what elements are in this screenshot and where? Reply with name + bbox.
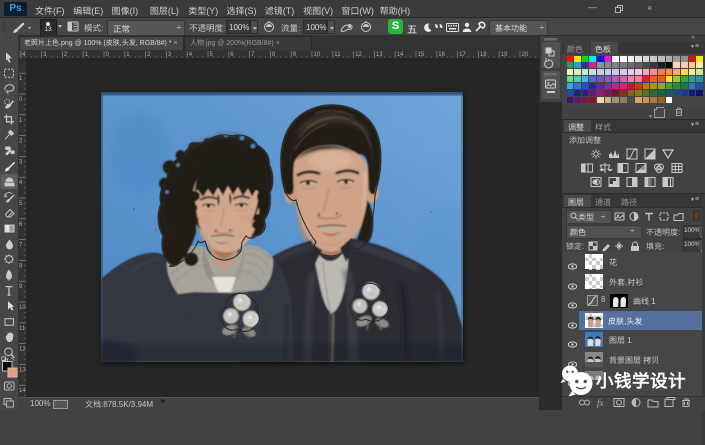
svg-text:10: 10 <box>19 305 26 311</box>
svg-text:11: 11 <box>19 326 26 332</box>
svg-text:13: 13 <box>19 367 26 373</box>
svg-text:5: 5 <box>19 201 23 207</box>
svg-text:14: 14 <box>19 388 26 394</box>
svg-text:6: 6 <box>19 222 23 228</box>
svg-text:1: 1 <box>19 118 23 124</box>
svg-text:8: 8 <box>19 263 23 269</box>
svg-text:4: 4 <box>19 180 23 186</box>
svg-text:1: 1 <box>19 76 23 82</box>
svg-text:0: 0 <box>19 97 23 103</box>
svg-text:2: 2 <box>19 139 23 145</box>
svg-text:12: 12 <box>19 347 26 353</box>
svg-text:3: 3 <box>19 159 23 165</box>
svg-text:7: 7 <box>19 243 23 249</box>
svg-text:9: 9 <box>19 284 23 290</box>
